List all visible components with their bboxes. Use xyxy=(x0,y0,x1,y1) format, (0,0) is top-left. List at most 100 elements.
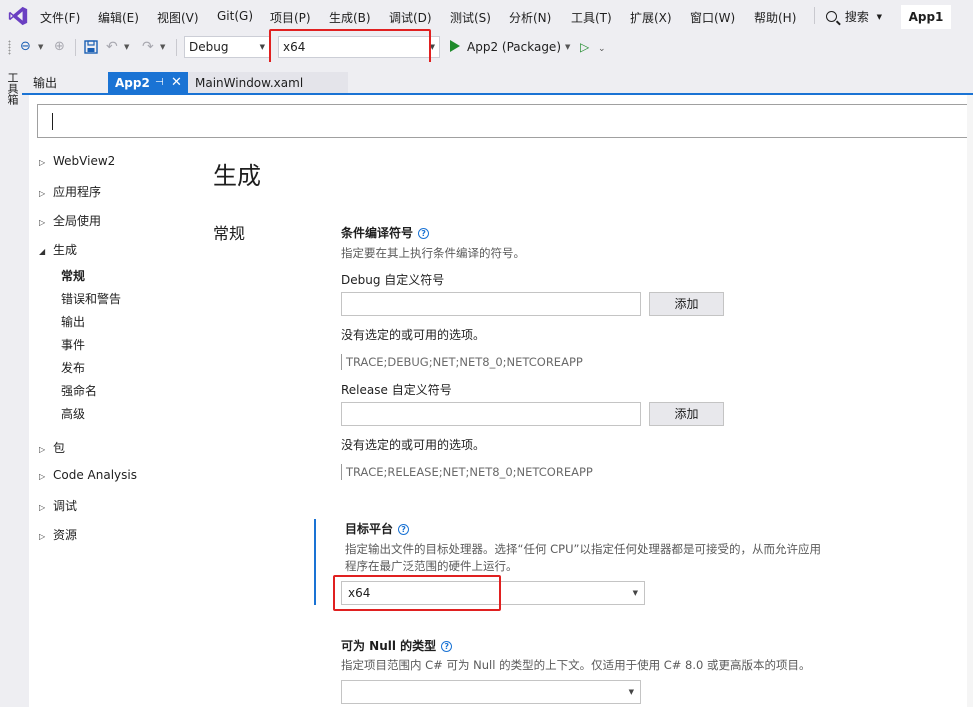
nav-item-build-advanced[interactable]: 高级 xyxy=(61,405,85,422)
tab-app2-properties[interactable]: App2 ⊣ ✕ xyxy=(108,72,188,94)
toolbar-overflow-icon[interactable]: ⌄ xyxy=(598,44,606,54)
undo-dropdown-icon[interactable]: ▼ xyxy=(124,43,129,51)
nav-item-label: Code Analysis xyxy=(53,468,137,482)
pin-icon[interactable]: ⊣ xyxy=(155,72,164,94)
platform-combo[interactable]: x64 ▼ xyxy=(278,36,440,58)
redo-dropdown-icon[interactable]: ▼ xyxy=(160,43,165,51)
save-all-icon[interactable] xyxy=(84,40,98,54)
nav-item-build-publish[interactable]: 发布 xyxy=(61,359,85,376)
debug-symbols-input[interactable] xyxy=(341,292,641,316)
menu-edit[interactable]: 编辑(E) xyxy=(98,9,139,26)
nav-item-debug[interactable]: ▷ 调试 xyxy=(39,497,77,514)
release-add-button[interactable]: 添加 xyxy=(649,402,724,426)
nav-item-build-general[interactable]: 常规 xyxy=(61,267,85,284)
navigate-forward-icon[interactable]: ⊕ xyxy=(54,39,65,55)
debug-add-button[interactable]: 添加 xyxy=(649,292,724,316)
nullable-description: 指定项目范围内 C# 可为 Null 的类型的上下文。仅适用于使用 C# 8.0… xyxy=(341,658,811,672)
nav-item-build[interactable]: ◢ 生成 xyxy=(39,241,77,258)
nav-item-build-output[interactable]: 输出 xyxy=(61,313,85,330)
back-dropdown-icon[interactable]: ▼ xyxy=(38,43,43,51)
section-title: 常规 xyxy=(213,224,246,243)
menu-build[interactable]: 生成(B) xyxy=(329,9,371,26)
menu-window[interactable]: 窗口(W) xyxy=(690,9,735,26)
nav-item-resources[interactable]: ▷ 资源 xyxy=(39,526,77,543)
nav-item-label: 包 xyxy=(53,441,66,455)
chevron-down-icon: ▼ xyxy=(876,13,883,21)
redo-icon[interactable]: ↷ xyxy=(142,39,154,55)
platform-target-value: x64 xyxy=(348,586,371,600)
menu-debug[interactable]: 调试(D) xyxy=(389,9,432,26)
configuration-combo[interactable]: Debug ▼ xyxy=(184,36,270,58)
chevron-down-icon: ▼ xyxy=(632,589,638,597)
expand-arrow-icon: ▷ xyxy=(39,445,46,454)
menu-bar: 文件(F) 编辑(E) 视图(V) Git(G) 项目(P) 生成(B) 调试(… xyxy=(0,0,973,32)
expand-arrow-icon: ▷ xyxy=(39,503,46,512)
toolbar-separator xyxy=(176,39,177,56)
project-properties-pane: ▷ WebView2 ▷ 应用程序 ▷ 全局使用 ◢ 生成 常规 错误和警告 输出 事件… xyxy=(29,95,973,707)
nav-item-label: 应用程序 xyxy=(53,185,102,199)
debug-symbols-label: Debug 自定义符号 xyxy=(341,273,445,287)
menu-separator xyxy=(814,7,815,24)
toolbar-grip-handle[interactable] xyxy=(8,40,11,55)
help-icon[interactable]: ? xyxy=(398,524,410,535)
release-resolved-symbols: TRACE;RELEASE;NET;NET8_0;NETCOREAPP xyxy=(341,464,593,480)
nav-item-application[interactable]: ▷ 应用程序 xyxy=(39,183,101,200)
nullable-select[interactable]: ▼ xyxy=(341,680,641,704)
solution-name-badge[interactable]: App1 xyxy=(901,5,951,29)
nav-item-build-events[interactable]: 事件 xyxy=(61,336,85,353)
undo-icon[interactable]: ↶ xyxy=(106,39,118,55)
release-symbols-label: Release 自定义符号 xyxy=(341,383,452,397)
visual-studio-logo-icon[interactable] xyxy=(7,5,29,27)
nav-item-webview2[interactable]: ▷ WebView2 xyxy=(39,154,115,168)
platform-target-description-line-1: 指定输出文件的目标处理器。选择“任何 CPU”以指定任何处理器都是可接受的，从而… xyxy=(345,542,821,556)
start-debugging-icon[interactable] xyxy=(450,40,460,52)
nav-item-build-strong-naming[interactable]: 强命名 xyxy=(61,382,97,399)
debug-resolved-symbols: TRACE;DEBUG;NET;NET8_0;NETCOREAPP xyxy=(341,354,583,370)
platform-target-select[interactable]: x64 ▼ xyxy=(341,581,645,605)
menu-project[interactable]: 项目(P) xyxy=(270,9,311,26)
release-symbols-input[interactable] xyxy=(341,402,641,426)
toolbar-separator xyxy=(75,39,76,56)
expand-arrow-icon: ▷ xyxy=(39,158,46,167)
menu-tools[interactable]: 工具(T) xyxy=(571,9,612,26)
text-caret xyxy=(52,113,53,130)
menu-view[interactable]: 视图(V) xyxy=(157,9,199,26)
menu-extensions[interactable]: 扩展(X) xyxy=(630,9,672,26)
tab-mainwindow-xaml[interactable]: MainWindow.xaml xyxy=(188,72,348,94)
nav-item-code-analysis[interactable]: ▷ Code Analysis xyxy=(39,468,137,482)
search-button[interactable]: 搜索 ▼ xyxy=(826,8,882,25)
help-icon[interactable]: ? xyxy=(441,641,453,652)
focused-section-indicator xyxy=(314,519,316,605)
nav-item-build-errors[interactable]: 错误和警告 xyxy=(61,290,121,307)
menu-file[interactable]: 文件(F) xyxy=(40,9,80,26)
conditional-symbols-title: 条件编译符号? xyxy=(341,224,430,241)
start-target-label[interactable]: App2 (Package) xyxy=(467,40,561,54)
help-icon[interactable]: ? xyxy=(418,228,430,239)
search-icon xyxy=(826,11,837,22)
menu-help[interactable]: 帮助(H) xyxy=(754,9,796,26)
field-title-text: 可为 Null 的类型 xyxy=(341,639,437,653)
nav-item-label: 资源 xyxy=(53,528,78,542)
expand-arrow-icon: ▷ xyxy=(39,189,46,198)
tab-xaml-label: MainWindow.xaml xyxy=(195,76,304,90)
menu-analyze[interactable]: 分析(N) xyxy=(509,9,551,26)
navigate-back-icon[interactable]: ⊖ xyxy=(20,39,31,55)
property-search-input[interactable] xyxy=(37,104,973,138)
toolbox-tab[interactable]: 工具箱 xyxy=(4,72,19,105)
nav-item-package[interactable]: ▷ 包 xyxy=(39,439,65,456)
menu-test[interactable]: 测试(S) xyxy=(450,9,491,26)
nav-item-global-usings[interactable]: ▷ 全局使用 xyxy=(39,212,101,229)
document-tab-bar: 输出 App2 ⊣ ✕ MainWindow.xaml xyxy=(22,62,973,94)
start-target-dropdown-icon[interactable]: ▼ xyxy=(565,43,570,51)
platform-target-title: 目标平台? xyxy=(345,520,410,537)
platform-value: x64 xyxy=(283,40,306,54)
chevron-down-icon: ▼ xyxy=(628,688,634,696)
start-without-debugging-icon[interactable]: ▷ xyxy=(580,40,589,54)
tab-app2-label: App2 xyxy=(115,76,150,90)
tab-output[interactable]: 输出 xyxy=(26,72,106,94)
close-icon[interactable]: ✕ xyxy=(171,72,182,94)
vertical-scrollbar[interactable] xyxy=(967,95,973,707)
nullable-title: 可为 Null 的类型? xyxy=(341,637,453,654)
expand-arrow-icon: ▷ xyxy=(39,532,46,541)
menu-git[interactable]: Git(G) xyxy=(217,9,253,23)
